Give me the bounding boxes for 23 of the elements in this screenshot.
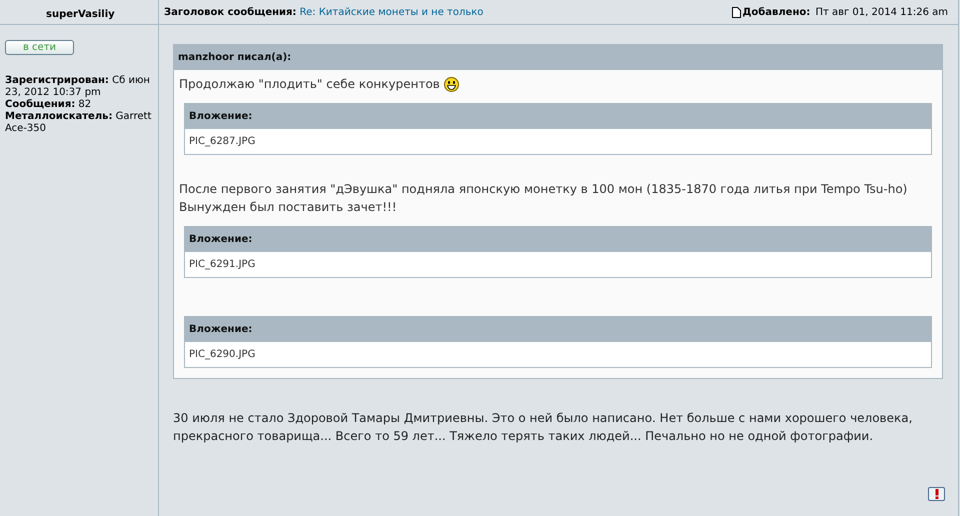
attachment-file: PIC_6287.JPG <box>185 129 931 154</box>
quote-text: Продолжаю "плодить" себе конкурентов <box>179 76 440 93</box>
subject-label: Заголовок сообщения: <box>164 6 296 18</box>
quote-header: manzhoor писал(а): <box>174 45 942 70</box>
attachment-label: Вложение: <box>185 227 931 252</box>
attachment-file: PIC_6291.JPG <box>185 252 931 277</box>
profile-detail: Сообщения: 82 <box>5 99 92 111</box>
report-button[interactable] <box>928 487 945 501</box>
quote-text: После первого занятия "дЭвушка" подняла японскую монетку в 100 мон (1835-1870 года литья при Tempo Tsu-ho) <box>179 181 908 198</box>
posted-date: Пт авг 01, 2014 11:26 am <box>814 6 948 18</box>
post-text: 30 июля не стало Здоровой Тамары Дмитриевны. Это о ней было написано. Нет больше с нами хорошего человека, прекрасного товарища... Всего то 59 лет... Тяжело терять таких людей... Печально но не одной фотографии. <box>173 410 914 445</box>
attachment-label: Вложение: <box>185 317 931 342</box>
online-status-button[interactable]: в сети <box>5 40 74 55</box>
profile-detail: Зарегистрирован: Сб июн 23, 2012 10:37 pm <box>5 75 151 99</box>
document-icon <box>732 6 741 18</box>
profile-detail: Металлоискатель: Garrett Ace-350 <box>5 111 152 135</box>
author-name: superVasiliy <box>46 9 115 20</box>
exclamation-icon <box>934 489 938 499</box>
subject-link[interactable]: Re: Китайские монеты и не только <box>300 6 484 18</box>
attachment-file: PIC_6290.JPG <box>185 342 931 367</box>
quote-text: Вынужден был поставить зачет!!! <box>179 199 397 216</box>
posted-label: Добавлено: <box>742 6 810 18</box>
attachment-label: Вложение: <box>185 104 931 129</box>
